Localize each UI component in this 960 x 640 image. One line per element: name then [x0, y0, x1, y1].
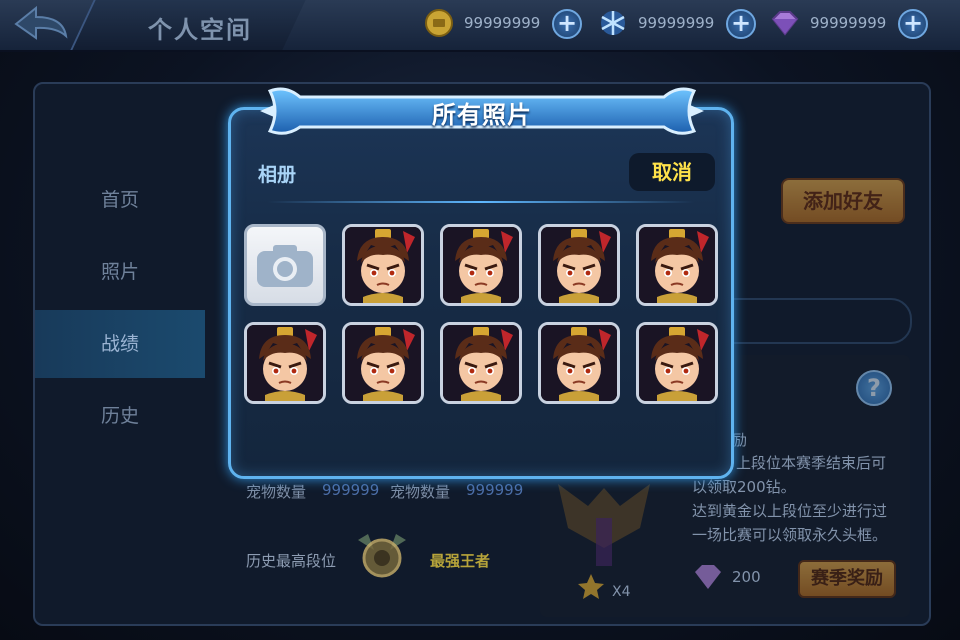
photo-thumbnail[interactable] [636, 224, 718, 306]
history-rank-value: 最强王者 [430, 552, 491, 570]
reward-line-4: 一场比赛可以领取永久头框。 [692, 526, 888, 544]
add-gem-button[interactable]: + [898, 9, 928, 39]
gold-coin-icon [425, 9, 453, 37]
add-friend-button[interactable]: 添加好友 [781, 178, 905, 224]
hero-portrait-icon [443, 227, 519, 303]
photo-thumbnail[interactable] [538, 224, 620, 306]
album-label: 相册 [258, 164, 297, 186]
dialog-title: 所有照片 [432, 101, 532, 129]
reward-line-1: 上段位本赛季结束后可 [736, 454, 887, 472]
sidebar-item-history[interactable]: 历史 [35, 382, 205, 450]
purple-gem-icon [771, 11, 799, 36]
sidebar-item-photos[interactable]: 照片 [35, 238, 205, 306]
pet-count-label: 宠物数量 [246, 483, 307, 501]
hero-portrait-icon [345, 227, 421, 303]
photo-thumbnail[interactable] [538, 322, 620, 404]
dialog-header: 所有照片 [256, 83, 708, 139]
season-frame-emblem [558, 484, 650, 566]
photo-thumbnail[interactable] [342, 322, 424, 404]
take-photo-button[interactable] [244, 224, 326, 306]
gem-reward-icon [695, 565, 721, 589]
sidebar-item-record[interactable]: 战绩 [35, 310, 205, 378]
photo-thumbnail[interactable] [636, 322, 718, 404]
snowflake-value: 99999999 [638, 14, 715, 32]
photo-thumbnail[interactable] [440, 322, 522, 404]
season-reward-button[interactable]: 赛季奖励 [798, 560, 896, 598]
hero-portrait-icon [345, 325, 421, 401]
page-title: 个人空间 [148, 16, 252, 44]
hero-portrait-icon [639, 227, 715, 303]
hero-portrait-icon [247, 325, 323, 401]
back-button[interactable] [8, 2, 78, 48]
add-coin-button[interactable]: + [552, 9, 582, 39]
camera-icon [257, 245, 313, 287]
history-rank-label: 历史最高段位 [246, 552, 337, 570]
pet-count-label-2: 宠物数量 [390, 483, 451, 501]
gem-reward-amount: 200 [732, 568, 761, 586]
photo-thumbnail[interactable] [342, 224, 424, 306]
coin-value: 99999999 [464, 14, 541, 32]
reward-line-3: 达到黄金以上段位至少进行过 [692, 502, 888, 520]
top-bar: 个人空间 99999999 + 99999999 + 99999999 + [0, 0, 960, 52]
divider [268, 201, 694, 203]
photo-thumbnail[interactable] [440, 224, 522, 306]
hero-portrait-icon [443, 325, 519, 401]
sidebar-item-home[interactable]: 首页 [35, 166, 205, 234]
hero-portrait-icon [541, 325, 617, 401]
gem-value: 99999999 [810, 14, 887, 32]
back-arrow-icon [14, 5, 68, 40]
photo-thumbnail[interactable] [244, 322, 326, 404]
help-icon[interactable]: ? [856, 370, 892, 406]
hero-portrait-icon [541, 227, 617, 303]
reward-title-fragment: 励 [732, 431, 748, 449]
cancel-button[interactable]: 取消 [629, 153, 715, 191]
pet-count-value: 999999 [322, 481, 380, 499]
pet-count-value-2: 999999 [466, 481, 524, 499]
star-count: X4 [612, 584, 631, 600]
add-snowflake-button[interactable]: + [726, 9, 756, 39]
star-icon [578, 574, 604, 599]
snowflake-icon [601, 11, 625, 35]
rank-badge-icon [358, 534, 406, 578]
hero-portrait-icon [639, 325, 715, 401]
